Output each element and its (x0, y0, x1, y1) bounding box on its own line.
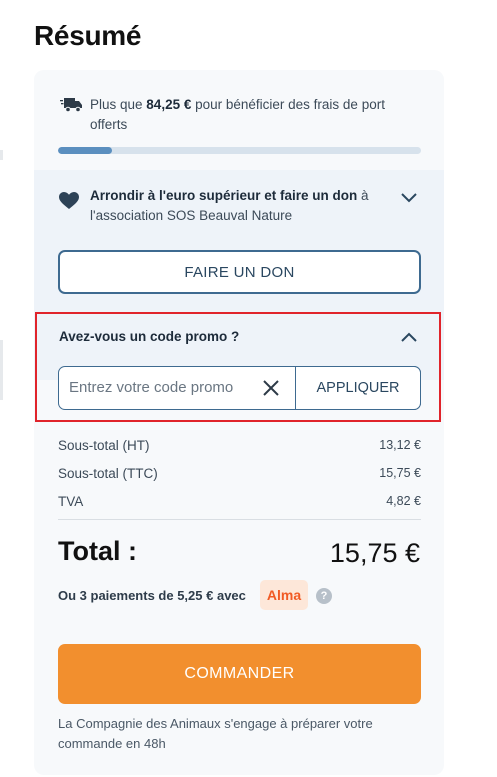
shipping-progress-bar (58, 147, 421, 154)
row-value: 4,82 € (386, 494, 421, 508)
page-title: Résumé (34, 20, 142, 51)
row-value: 15,75 € (379, 466, 421, 480)
subtotal-ht-row: Sous-total (HT) 13,12 € (58, 438, 421, 453)
alma-installments-text: Ou 3 paiements de 5,25 € avec (58, 588, 246, 603)
edge-marker (0, 150, 3, 160)
donation-text: Arrondir à l'euro supérieur et faire un … (90, 186, 390, 226)
close-icon[interactable] (262, 379, 280, 397)
tva-row: TVA 4,82 € (58, 494, 421, 509)
row-label: Sous-total (HT) (58, 438, 150, 453)
order-button[interactable]: COMMANDER (58, 644, 421, 704)
donate-button[interactable]: FAIRE UN DON (58, 250, 421, 294)
truck-icon (60, 98, 82, 112)
help-icon[interactable]: ? (316, 588, 332, 604)
divider (58, 519, 421, 520)
shipping-text-before: Plus que (90, 97, 147, 112)
row-value: 13,12 € (379, 438, 421, 452)
row-label: TVA (58, 494, 84, 509)
chevron-up-icon[interactable] (400, 331, 418, 343)
total-value: 15,75 € (329, 538, 420, 568)
row-label: Sous-total (TTC) (58, 466, 158, 481)
donation-strong-text: Arrondir à l'euro supérieur et faire un … (90, 188, 358, 203)
shipping-progress-fill (58, 147, 113, 154)
edge-marker (0, 340, 3, 400)
promo-code-input[interactable] (69, 367, 259, 408)
free-shipping-text: Plus que 84,25 € pour bénéficier des fra… (90, 95, 420, 135)
apply-promo-button[interactable]: APPLIQUER (295, 365, 421, 410)
heart-icon (59, 192, 79, 209)
chevron-down-icon[interactable] (400, 192, 418, 204)
preparation-note: La Compagnie des Animaux s'engage à prép… (58, 716, 373, 751)
promo-code-box: APPLIQUER (58, 365, 421, 410)
shipping-amount: 84,25 € (146, 97, 192, 112)
subtotal-ttc-row: Sous-total (TTC) 15,75 € (58, 466, 421, 481)
free-shipping-banner: Plus que 84,25 € pour bénéficier des fra… (34, 70, 444, 170)
alma-logo: Alma (260, 580, 308, 610)
promo-title: Avez-vous un code promo ? (59, 329, 240, 344)
total-label: Total : (58, 536, 137, 566)
